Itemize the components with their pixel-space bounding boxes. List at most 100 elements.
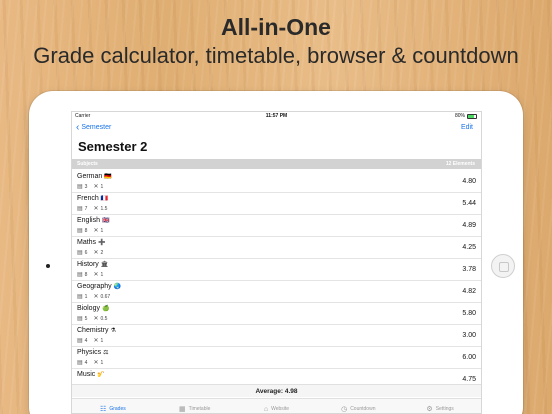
chevron-left-icon: ‹ [76, 122, 80, 133]
section-title: Subjects [77, 161, 98, 167]
exam-count: 4 [84, 337, 88, 344]
subject-row[interactable]: Chemistry ⚗ ▤ 4 ✕ 1 3.00 [72, 325, 481, 347]
exam-count: 5 [84, 315, 88, 322]
weight-icon: ✕ [93, 360, 99, 366]
subject-name: History 🏛 [77, 261, 109, 268]
exam-count: 7 [84, 205, 88, 212]
subject-name: German 🇩🇪 [77, 173, 112, 180]
settings-tab-icon: ⚙ [426, 406, 433, 413]
subject-meta: ▤ 8 ✕ 1 [77, 227, 104, 235]
subject-emoji-icon: 🇫🇷 [100, 196, 109, 202]
subject-grade: 4.89 [462, 222, 476, 229]
website-tab-icon: ⌂ [263, 405, 269, 413]
subject-row[interactable]: Maths ➕ ▤ 6 ✕ 2 4.25 [72, 237, 481, 259]
subject-emoji-icon: 🏛 [100, 262, 109, 268]
tab-website[interactable]: ⌂ Website [236, 399, 318, 413]
subject-emoji-icon: 🍏 [101, 306, 110, 312]
subject-emoji-icon: ⚗ [110, 328, 116, 334]
battery-level [468, 114, 475, 118]
exam-count: 6 [84, 249, 88, 256]
exam-count: 8 [84, 271, 88, 278]
subject-row[interactable]: Physics ⚖ ▤ 4 ✕ 1 6.00 [72, 347, 481, 369]
exam-count-icon: ▤ [77, 272, 83, 278]
subject-row[interactable]: English 🇬🇧 ▤ 8 ✕ 1 4.89 [72, 215, 481, 237]
subject-list: German 🇩🇪 ▤ 3 ✕ 1 4.80 French 🇫🇷 ▤ 7 ✕ 1.5 5.44 Englis… [72, 171, 481, 391]
subject-meta: ▤ 6 ✕ 2 [77, 249, 104, 257]
subject-name: Chemistry ⚗ [77, 327, 116, 334]
subject-name: Physics ⚖ [77, 349, 109, 356]
subject-grade: 4.25 [462, 244, 476, 251]
tab-countdown[interactable]: ◷ Countdown [317, 399, 399, 413]
tab-timetable[interactable]: ▦ Timetable [154, 399, 236, 413]
banner-title: All-in-One [221, 14, 331, 40]
status-bar: Carrier 11:57 PM 80% [72, 112, 481, 120]
subject-weight: 0.67 [100, 293, 111, 300]
tab-label: Website [271, 406, 290, 412]
tab-settings[interactable]: ⚙ Settings [399, 399, 481, 413]
weight-icon: ✕ [93, 206, 99, 212]
weight-icon: ✕ [93, 294, 99, 300]
subject-weight: 1 [100, 337, 104, 344]
subject-row[interactable]: Geography 🌏 ▤ 1 ✕ 0.67 4.82 [72, 281, 481, 303]
subject-name: French 🇫🇷 [77, 195, 109, 202]
exam-count-icon: ▤ [77, 294, 83, 300]
back-button[interactable]: ‹ Semester [76, 122, 112, 133]
weight-icon: ✕ [93, 338, 99, 344]
subject-emoji-icon: 🇩🇪 [104, 174, 112, 180]
subject-grade: 3.78 [462, 266, 476, 273]
subject-name: Geography 🌏 [77, 283, 122, 290]
navigation-bar: ‹ Semester Edit [72, 122, 481, 136]
subject-name: English 🇬🇧 [77, 217, 110, 224]
edit-button[interactable]: Edit [461, 124, 473, 131]
exam-count-icon: ▤ [77, 228, 83, 234]
subject-meta: ▤ 5 ✕ 0.5 [77, 315, 108, 323]
subject-name: Biology 🍏 [77, 305, 110, 312]
subject-row[interactable]: French 🇫🇷 ▤ 7 ✕ 1.5 5.44 [72, 193, 481, 215]
clock: 11:57 PM [265, 113, 288, 119]
section-header: Subjects 12 Elements [72, 159, 481, 169]
subject-row[interactable]: Biology 🍏 ▤ 5 ✕ 0.5 5.80 [72, 303, 481, 325]
subject-grade: 3.00 [462, 332, 476, 339]
tab-label: Countdown [350, 406, 376, 412]
subject-weight: 0.5 [100, 315, 108, 322]
subject-emoji-icon: 🎷 [97, 372, 105, 378]
weight-icon: ✕ [93, 316, 99, 322]
back-label: Semester [81, 124, 112, 131]
subject-row[interactable]: History 🏛 ▤ 8 ✕ 1 3.78 [72, 259, 481, 281]
home-button[interactable] [491, 254, 515, 278]
subject-emoji-icon: ⚖ [103, 350, 109, 356]
subject-meta: ▤ 1 ✕ 0.67 [77, 293, 111, 301]
exam-count: 4 [84, 359, 88, 366]
average-bar: Average: 4.98 [72, 384, 481, 397]
subject-weight: 2 [100, 249, 104, 256]
subject-emoji-icon: 🌏 [113, 284, 122, 290]
app-screen: Carrier 11:57 PM 80% ‹ Semester Edit Sem… [71, 111, 482, 414]
subject-row[interactable]: German 🇩🇪 ▤ 3 ✕ 1 4.80 [72, 171, 481, 193]
battery-icon [467, 113, 477, 119]
exam-count-icon: ▤ [77, 206, 83, 212]
subject-weight: 1.5 [100, 205, 108, 212]
subject-meta: ▤ 3 ✕ 1 [77, 183, 103, 191]
tab-label: Grades [109, 406, 126, 412]
battery-status: 80% [455, 113, 477, 119]
subject-name: Music 🎷 [77, 371, 105, 378]
weight-icon: ✕ [93, 184, 99, 190]
subject-emoji-icon: 🇬🇧 [101, 218, 110, 224]
subject-grade: 4.82 [462, 288, 476, 295]
battery-percent: 80% [454, 113, 465, 119]
subject-weight: 1 [100, 271, 104, 278]
weight-icon: ✕ [93, 272, 99, 278]
tab-grades[interactable]: ☷ Grades [72, 399, 154, 413]
countdown-tab-icon: ◷ [341, 406, 348, 413]
exam-count-icon: ▤ [77, 360, 83, 366]
tab-bar: ☷ Grades ▦ Timetable ⌂ Website ◷ Countdown ⚙ Sett… [72, 398, 481, 413]
subject-weight: 1 [100, 359, 104, 366]
exam-count-icon: ▤ [77, 184, 83, 190]
subject-grade: 4.80 [462, 178, 476, 185]
timetable-tab-icon: ▦ [178, 406, 186, 413]
subject-weight: 1 [100, 227, 104, 234]
subject-grade: 4.75 [462, 376, 476, 383]
grades-tab-icon: ☷ [100, 406, 107, 413]
exam-count: 1 [84, 293, 88, 300]
subject-emoji-icon: ➕ [98, 240, 106, 246]
